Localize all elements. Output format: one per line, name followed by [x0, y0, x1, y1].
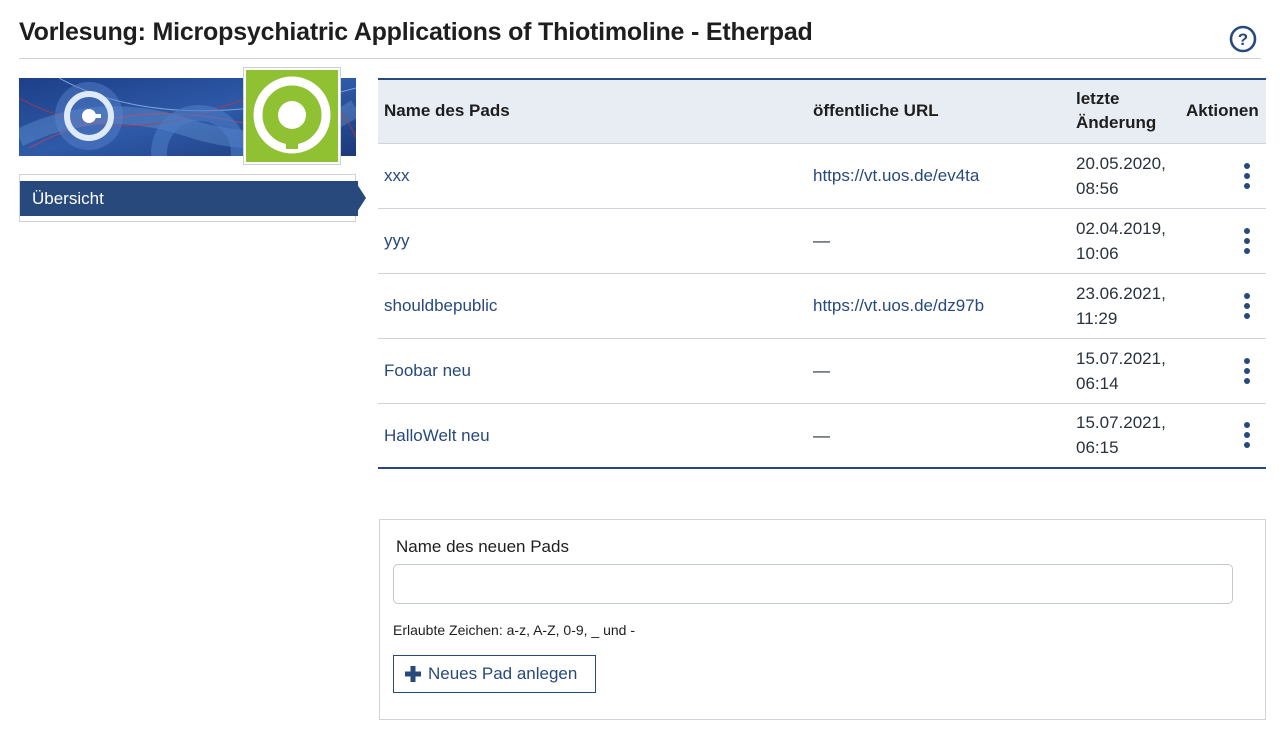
create-pad-button[interactable]: Neues Pad anlegen: [393, 655, 596, 693]
table-row: shouldbepublic https://vt.uos.de/dz97b 2…: [378, 272, 1266, 338]
table-row: HalloWelt neu — 15.07.2021, 06:15: [378, 402, 1266, 469]
last-modified-time: 08:56: [1076, 178, 1119, 198]
active-item-arrow: [355, 181, 366, 215]
page-title: Vorlesung: Micropsychiatric Applications…: [19, 18, 813, 46]
more-vertical-icon[interactable]: [1242, 422, 1252, 449]
allowed-characters-hint: Erlaubte Zeichen: a-z, A-Z, 0-9, _ und -: [393, 622, 636, 638]
plus-icon: [405, 666, 421, 682]
pad-name-link[interactable]: HalloWelt neu: [384, 426, 490, 445]
last-modified-time: 06:15: [1076, 438, 1119, 458]
sidebar-nav: Übersicht: [19, 174, 358, 222]
pad-name-link[interactable]: yyy: [384, 231, 410, 250]
table-row: xxx https://vt.uos.de/ev4ta 20.05.2020, 0…: [378, 142, 1266, 208]
last-modified-time: 10:06: [1076, 243, 1119, 263]
last-modified-date: 15.07.2021,: [1076, 413, 1166, 433]
public-url-empty: —: [813, 425, 830, 445]
pad-name-link[interactable]: Foobar neu: [384, 361, 471, 380]
more-vertical-icon[interactable]: [1242, 292, 1252, 319]
public-url-link[interactable]: https://vt.uos.de/ev4ta: [813, 166, 979, 185]
column-header-date: letzte Änderung: [1070, 78, 1180, 143]
pads-table: Name des Pads öffentliche URL letzte Änd…: [378, 78, 1266, 469]
pad-name-link[interactable]: shouldbepublic: [384, 296, 497, 315]
column-header-url: öffentliche URL: [807, 78, 1070, 143]
sidebar-item-label: Übersicht: [32, 189, 104, 208]
help-circle-icon[interactable]: ?: [1229, 25, 1257, 53]
sidebar-item-uebersicht[interactable]: Übersicht: [20, 181, 358, 216]
create-pad-button-label: Neues Pad anlegen: [428, 664, 578, 683]
column-header-name: Name des Pads: [378, 78, 807, 143]
new-pad-label: Name des neuen Pads: [396, 537, 569, 556]
pad-name-link[interactable]: xxx: [384, 166, 410, 185]
new-pad-name-input[interactable]: [393, 564, 1233, 604]
last-modified-time: 11:29: [1076, 308, 1118, 328]
title-divider: [19, 58, 1261, 59]
more-vertical-icon[interactable]: [1242, 162, 1252, 189]
svg-text:?: ?: [1238, 30, 1248, 49]
public-url-empty: —: [813, 231, 830, 250]
etherpad-logo-icon: [244, 68, 340, 164]
last-modified-date: 15.07.2021,: [1076, 348, 1166, 368]
last-modified-time: 06:14: [1076, 373, 1119, 393]
last-modified-date: 02.04.2019,: [1076, 218, 1166, 238]
public-url-empty: —: [813, 361, 830, 380]
more-vertical-icon[interactable]: [1242, 357, 1252, 384]
table-row: yyy — 02.04.2019, 10:06: [378, 207, 1266, 273]
last-modified-date: 23.06.2021,: [1076, 283, 1166, 303]
column-header-actions: Aktionen: [1180, 78, 1266, 143]
new-pad-form: Name des neuen Pads Erlaubte Zeichen: a-…: [379, 519, 1266, 720]
more-vertical-icon[interactable]: [1242, 227, 1252, 254]
table-row: Foobar neu — 15.07.2021, 06:14: [378, 337, 1266, 403]
public-url-link[interactable]: https://vt.uos.de/dz97b: [813, 296, 984, 315]
last-modified-date: 20.05.2020,: [1076, 153, 1166, 173]
table-header-row: Name des Pads öffentliche URL letzte Änd…: [378, 78, 1266, 143]
